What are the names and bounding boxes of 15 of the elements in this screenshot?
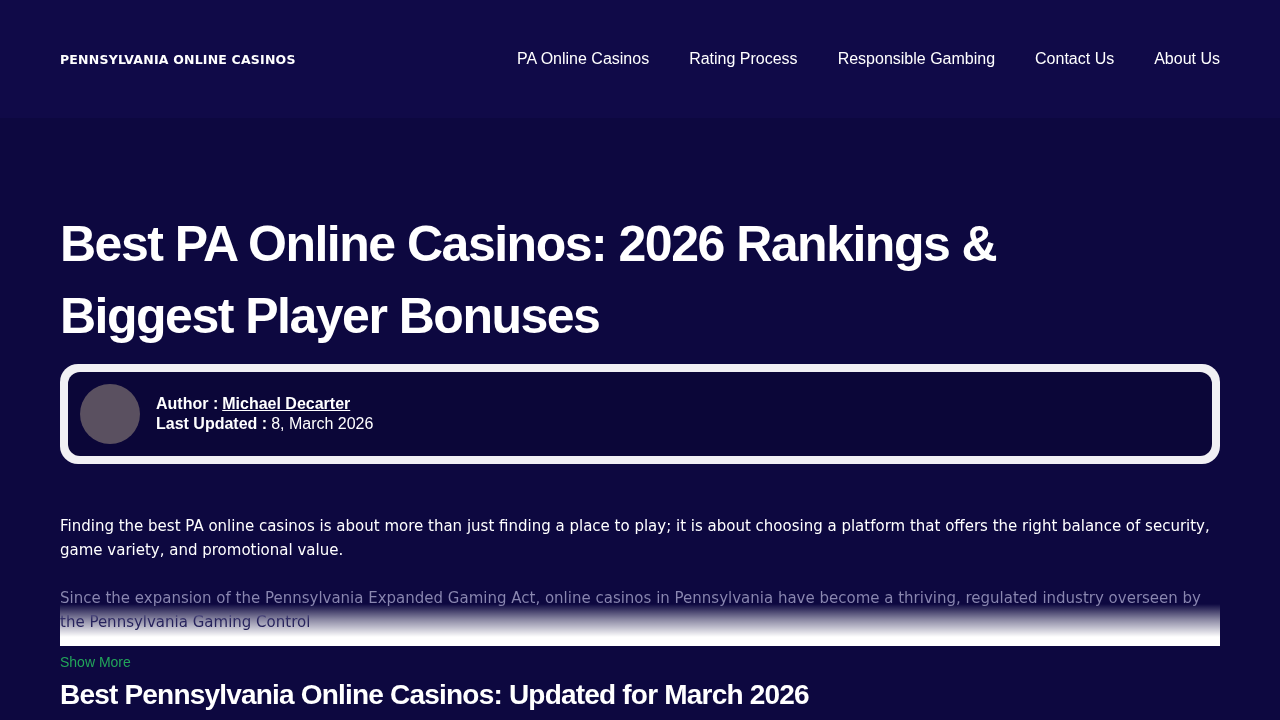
site-logo[interactable]: PENNSYLVANIA ONLINE CASINOS xyxy=(60,51,296,67)
intro-paragraph: Finding the best PA online casinos is about more than just finding a place to play; it is about choosing a platform that offers the right balance of security, game variety, and promotional value. xyxy=(60,516,1211,561)
section-heading: Best Pennsylvania Online Casinos: Updated for March 2026 xyxy=(60,679,810,711)
updated-date: 8, March 2026 xyxy=(271,415,374,432)
nav-link[interactable]: Responsible Gambing xyxy=(837,50,996,68)
author-link[interactable]: Michael Decarter xyxy=(222,395,351,412)
nav-link[interactable]: PA Online Casinos xyxy=(516,50,650,68)
author-label: Author : xyxy=(156,395,219,412)
page-title: Best PA Online Casinos: 2026 Rankings & Biggest Player Bonuses xyxy=(60,215,998,346)
nav-link[interactable]: Contact Us xyxy=(1035,50,1115,68)
avatar-photo-placeholder xyxy=(80,384,140,444)
nav-link[interactable]: Rating Process xyxy=(689,50,798,68)
updated-label: Last Updated : xyxy=(156,415,268,432)
nav-link[interactable]: About Us xyxy=(1154,50,1220,68)
show-more-link[interactable]: Show More xyxy=(60,654,131,670)
